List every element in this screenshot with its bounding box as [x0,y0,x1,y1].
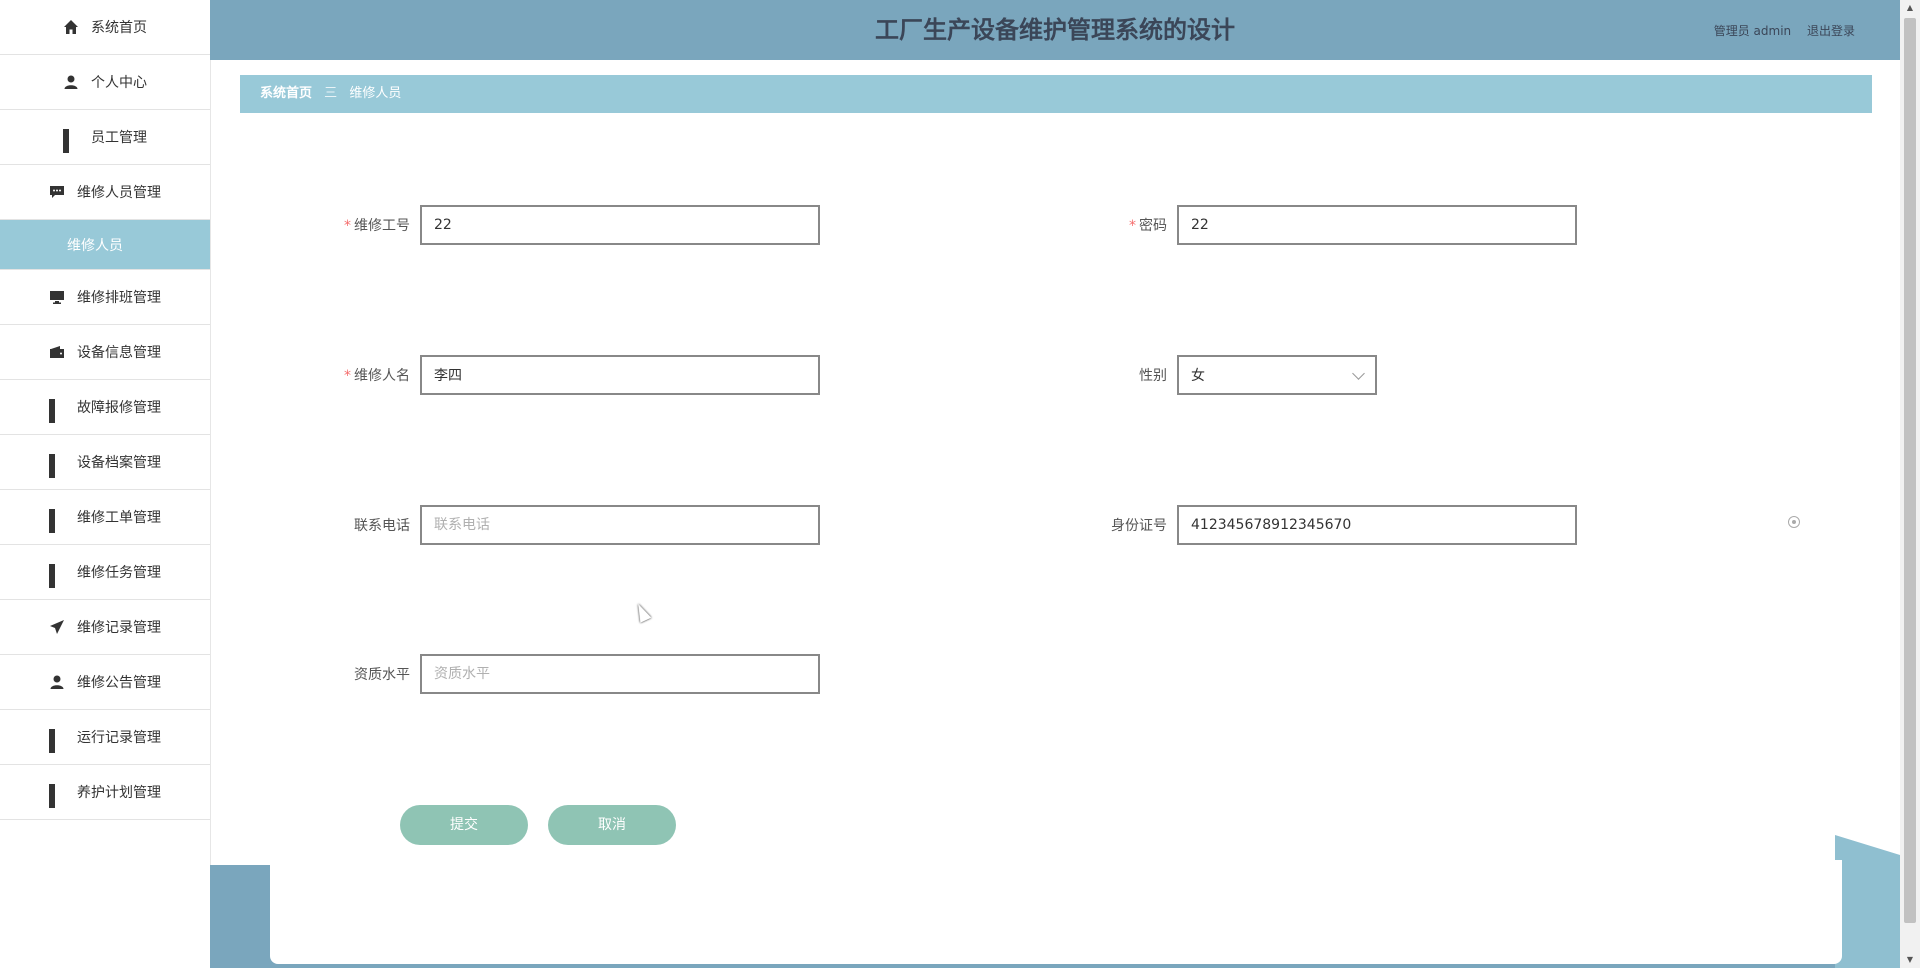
required-mark: * [344,368,351,384]
sidebar-item-label: 员工管理 [91,130,147,146]
sidebar-item-label: 维修公告管理 [77,675,161,691]
scroll-up-icon[interactable]: ▲ [1900,0,1920,16]
sidebar-item-home[interactable]: 系统首页 [0,0,210,55]
field-label: 资质水平 [354,667,410,683]
clear-icon[interactable] [1788,516,1800,528]
sidebar-item-label: 养护计划管理 [77,785,161,801]
password-input[interactable] [1177,205,1577,245]
sidebar-item-label: 维修人员管理 [77,185,161,201]
top-header: 工厂生产设备维护管理系统的设计 管理员 admin 退出登录 [210,0,1900,60]
vertical-scrollbar[interactable]: ▲ ▼ [1900,0,1920,968]
sidebar-item-equipment-archive[interactable]: 设备档案管理 [0,435,210,490]
sidebar-item-maintenance-plan[interactable]: 养护计划管理 [0,765,210,820]
cancel-button[interactable]: 取消 [548,805,676,845]
required-mark: * [1129,218,1136,234]
field-label: * 密码 [1129,218,1167,234]
home-icon [64,20,78,34]
decorative-wave [1835,835,1900,968]
repairer-name-input[interactable] [420,355,820,395]
field-label: 性别 [1139,368,1167,384]
user-area: 管理员 admin 退出登录 [1702,22,1855,39]
sidebar-item-work-order[interactable]: 维修工单管理 [0,490,210,545]
sidebar-item-label: 维修排班管理 [77,290,161,306]
sidebar-item-profile[interactable]: 个人中心 [0,55,210,110]
breadcrumb-separator: 三 [324,86,338,101]
grid-icon [49,729,65,753]
grid-icon [49,784,65,808]
field-gender: 性别 女 [1067,355,1377,395]
sidebar-item-label: 维修记录管理 [77,620,161,636]
sidebar-item-label: 故障报修管理 [77,400,161,416]
sidebar: 系统首页 个人中心 员工管理 维修人员管理 维修人员 维修排班管理 设备信息管理… [0,0,211,968]
field-label: 身份证号 [1111,518,1167,534]
field-label: * 维修人名 [344,368,410,384]
grid-icon [63,129,79,153]
sidebar-item-tasks[interactable]: 维修任务管理 [0,545,210,600]
grid-icon [49,454,65,478]
required-mark: * [344,218,351,234]
sidebar-item-label: 个人中心 [91,75,147,91]
content-card-bottom [270,860,1842,964]
sidebar-item-label: 维修任务管理 [77,565,161,581]
sidebar-item-records[interactable]: 维修记录管理 [0,600,210,655]
monitor-icon [50,291,64,304]
user-icon [64,75,78,89]
chevron-down-icon [1352,366,1365,380]
sidebar-subitem-repairers[interactable]: 维修人员 [0,220,210,270]
sidebar-item-notices[interactable]: 维修公告管理 [0,655,210,710]
scroll-down-icon[interactable]: ▼ [1900,952,1920,968]
logout-link[interactable]: 退出登录 [1807,24,1855,38]
qualification-input[interactable] [420,654,820,694]
user-icon [50,675,64,689]
field-label: * 维修工号 [344,218,410,234]
sidebar-item-label: 维修人员 [67,237,123,254]
scrollbar-thumb[interactable] [1904,18,1916,923]
phone-input[interactable] [420,505,820,545]
field-mima: * 密码 [1067,205,1577,245]
sidebar-item-label: 设备档案管理 [77,455,161,471]
sidebar-item-repairers-mgmt[interactable]: 维修人员管理 [0,165,210,220]
gender-select-value: 女 [1191,368,1205,384]
sidebar-item-operation-log[interactable]: 运行记录管理 [0,710,210,765]
submit-button[interactable]: 提交 [400,805,528,845]
sidebar-item-employees[interactable]: 员工管理 [0,110,210,165]
grid-icon [49,564,65,588]
field-name: * 维修人名 [310,355,820,395]
sidebar-item-label: 设备信息管理 [77,345,161,361]
breadcrumb-home[interactable]: 系统首页 [260,86,312,101]
repairer-id-input[interactable] [420,205,820,245]
field-qualification: 资质水平 [310,654,820,694]
field-gonghao: * 维修工号 [310,205,820,245]
chat-icon [50,186,64,198]
user-role: 管理员 admin [1713,24,1792,38]
grid-icon [49,509,65,533]
breadcrumb-current: 维修人员 [349,86,402,101]
sidebar-item-fault-report[interactable]: 故障报修管理 [0,380,210,435]
gender-select[interactable]: 女 [1177,355,1377,395]
field-phone: 联系电话 [310,505,820,545]
sidebar-item-label: 维修工单管理 [77,510,161,526]
wallet-icon [50,346,64,358]
sidebar-item-label: 系统首页 [91,20,147,36]
sidebar-item-schedule[interactable]: 维修排班管理 [0,270,210,325]
field-label: 联系电话 [354,518,410,534]
app-title: 工厂生产设备维护管理系统的设计 [875,16,1235,44]
sidebar-item-equipment-info[interactable]: 设备信息管理 [0,325,210,380]
mouse-cursor-icon [632,601,652,623]
breadcrumb: 系统首页 三 维修人员 [240,75,1872,113]
sidebar-item-label: 运行记录管理 [77,730,161,746]
grid-icon [49,399,65,423]
field-idcard: 身份证号 [1067,505,1577,545]
send-icon [50,620,64,634]
idcard-input[interactable] [1177,505,1577,545]
